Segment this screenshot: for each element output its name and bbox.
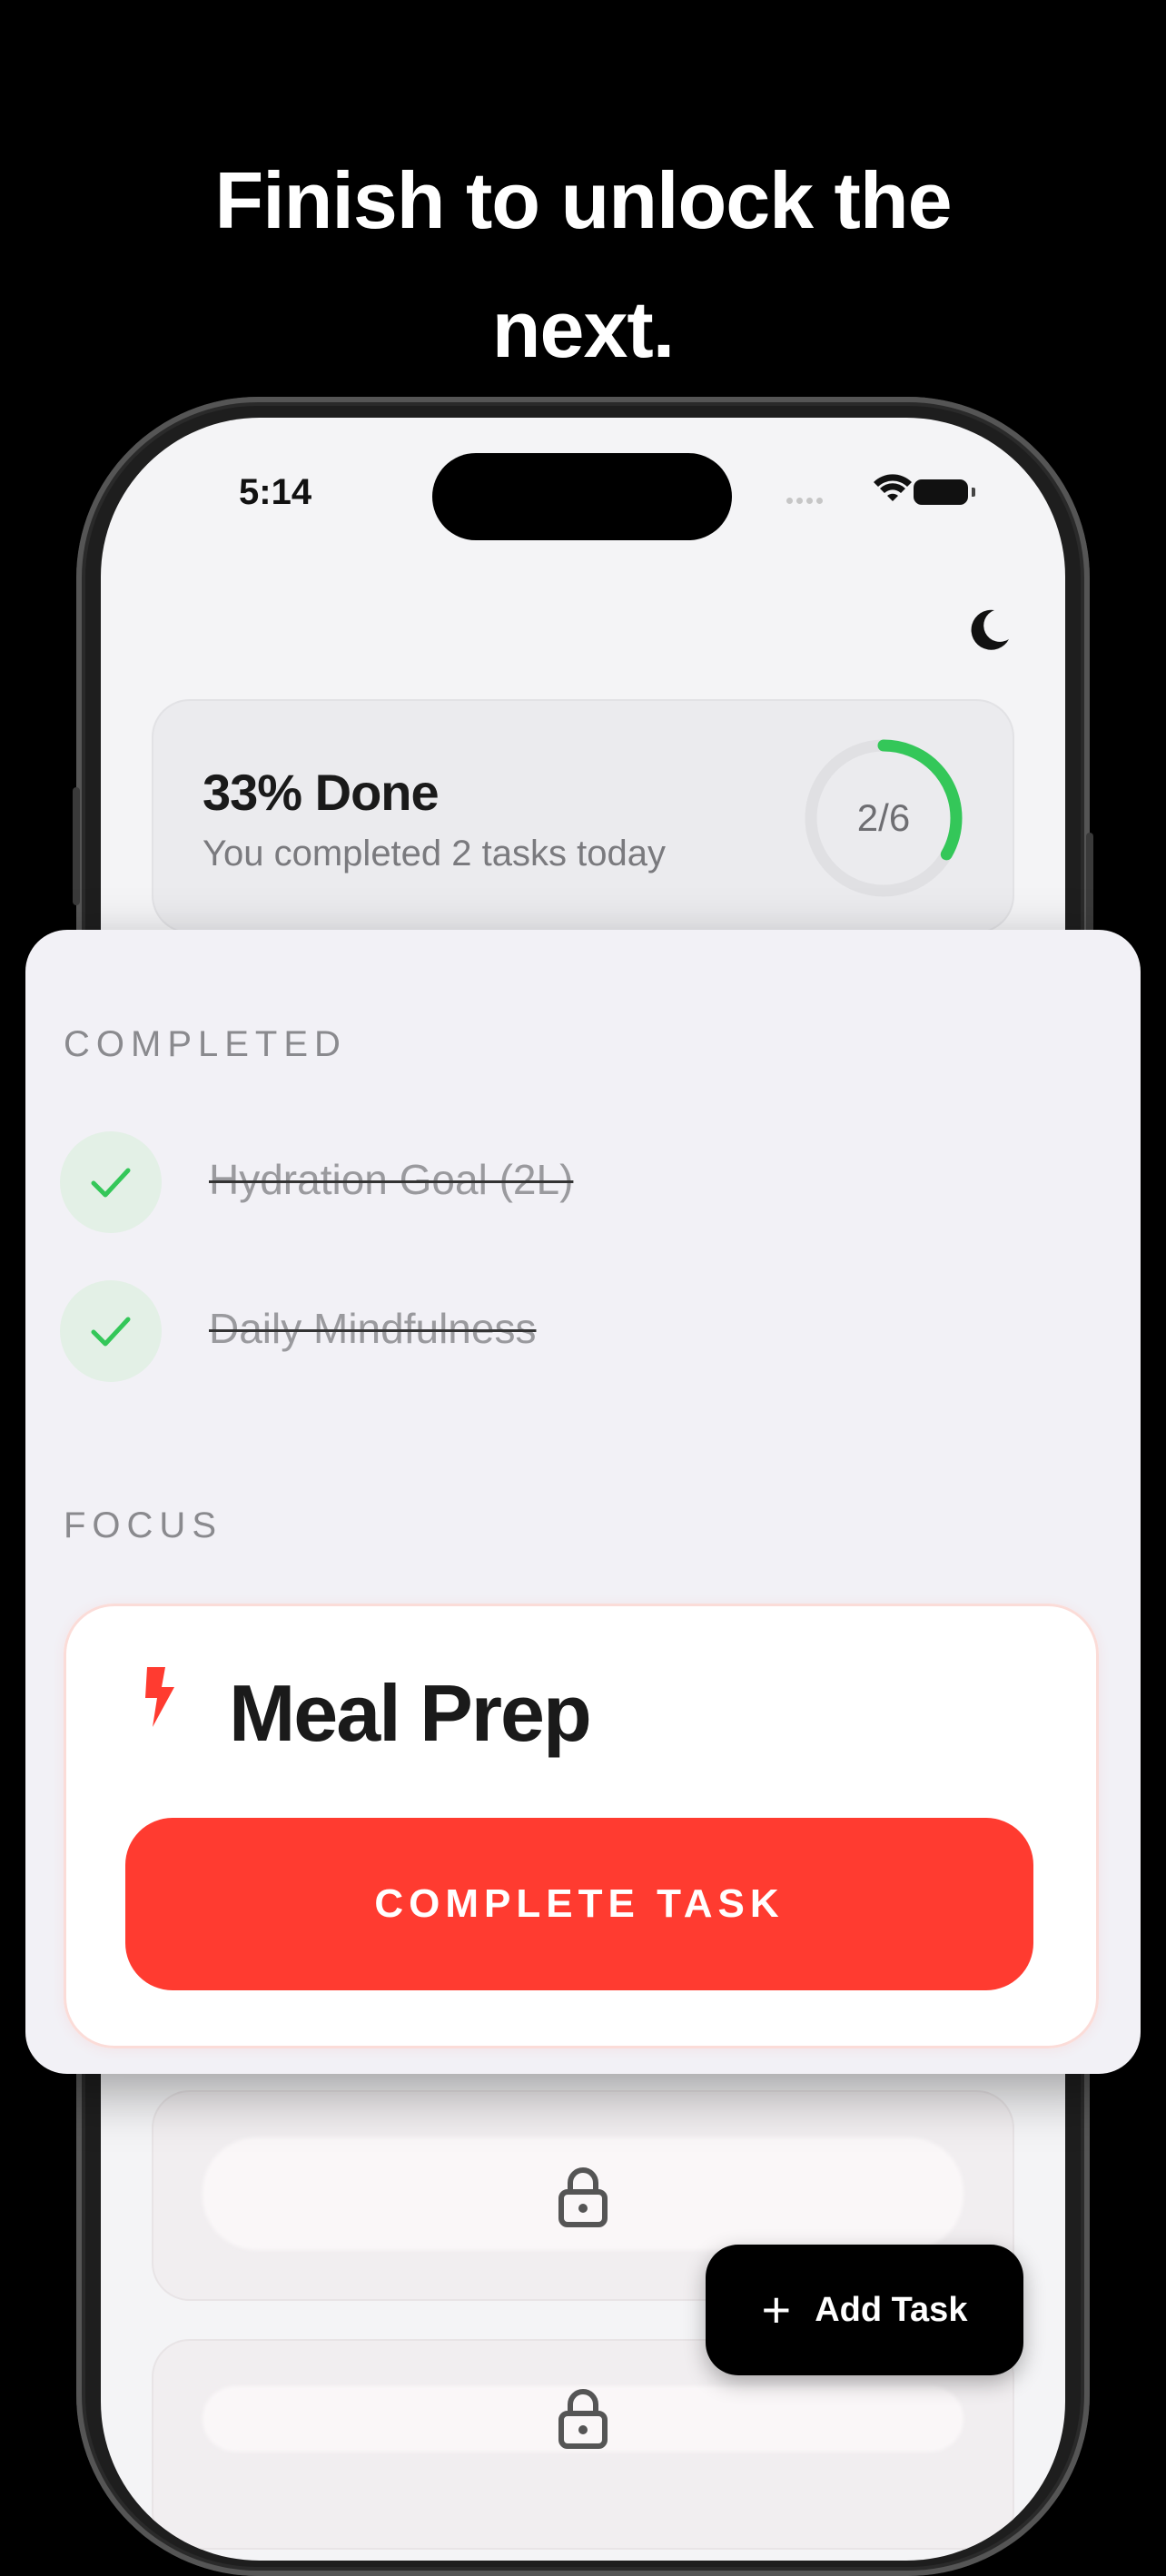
completed-task-title: Hydration Goal (2L): [209, 1156, 574, 1203]
progress-title: 33% Done: [203, 764, 440, 821]
status-time: 5:14: [239, 472, 312, 512]
completed-task-item[interactable]: Daily Mindfulness: [60, 1280, 786, 1382]
lightning-icon: [145, 1667, 174, 1727]
dynamic-island: [432, 453, 732, 540]
moon-icon[interactable]: [967, 607, 1013, 652]
side-button: [73, 787, 80, 905]
progress-subtitle: You completed 2 tasks today: [203, 834, 666, 873]
completed-task-title: Daily Mindfulness: [209, 1305, 537, 1352]
battery-icon: [914, 479, 968, 505]
lock-icon: [558, 2167, 608, 2227]
signal-icon: [786, 492, 826, 508]
task-sheet: COMPLETED Hydration Goal (2L) Daily Mind…: [25, 930, 1141, 2074]
add-task-button[interactable]: + Add Task: [706, 2245, 1023, 2375]
completed-section-label: COMPLETED: [64, 1024, 347, 1064]
plus-icon: +: [761, 2281, 792, 2338]
progress-ring-label: 2/6: [856, 796, 911, 839]
focus-section-label: FOCUS: [64, 1505, 222, 1545]
completed-task-item[interactable]: Hydration Goal (2L): [60, 1131, 786, 1233]
wifi-icon: [874, 474, 912, 501]
focus-task-card: Meal Prep COMPLETE TASK: [64, 1604, 1099, 2048]
battery-tip: [972, 488, 975, 497]
add-task-label: Add Task: [815, 2290, 968, 2329]
progress-card: 33% Done You completed 2 tasks today 2/6: [152, 699, 1014, 933]
lock-icon: [558, 2389, 608, 2449]
complete-task-button[interactable]: COMPLETE TASK: [125, 1818, 1033, 1990]
checkmark-icon: [60, 1280, 162, 1382]
status-icons: [786, 474, 995, 510]
headline: Finish to unlock the next.: [0, 136, 1166, 394]
focus-task-title: Meal Prep: [229, 1668, 592, 1758]
checkmark-icon: [60, 1131, 162, 1233]
headline-line-2: next.: [491, 284, 675, 374]
headline-line-1: Finish to unlock the: [214, 155, 952, 245]
